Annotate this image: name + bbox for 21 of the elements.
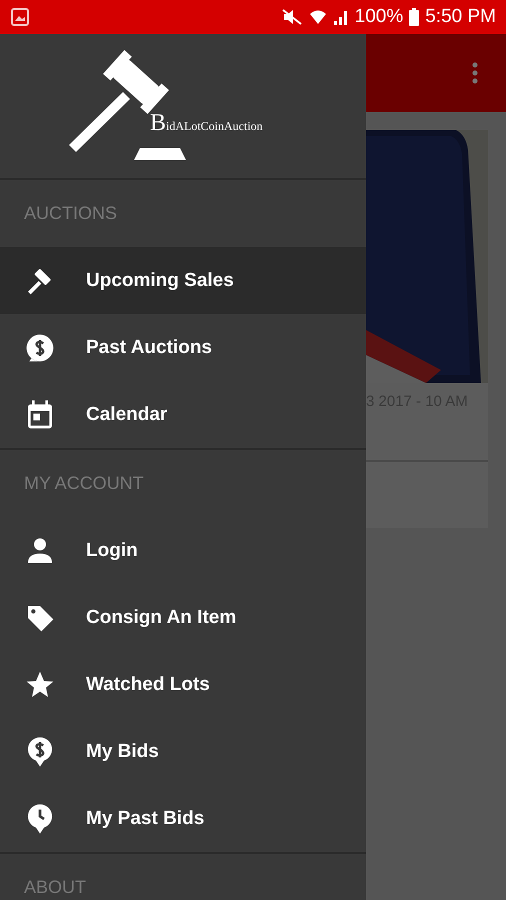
menu-item[interactable]: Login [0, 517, 366, 584]
menu-item[interactable]: Upcoming Sales [0, 247, 366, 314]
menu-item[interactable]: Watched Lots [0, 651, 366, 718]
menu-item[interactable]: Calendar [0, 381, 366, 448]
battery-percent: 100% [354, 6, 404, 28]
menu-item[interactable]: Consign An Item [0, 584, 366, 651]
menu-item[interactable]: My Bids [0, 718, 366, 785]
mute-icon [280, 8, 303, 26]
section-heading: MY ACCOUNT [23, 472, 145, 495]
more-options-icon[interactable] [472, 62, 478, 84]
signal-icon [332, 9, 349, 25]
menu-item[interactable]: My Past Bids [0, 785, 366, 852]
section-heading: AUCTIONS [23, 202, 118, 225]
battery-icon [409, 8, 420, 26]
menu-item[interactable]: Past Auctions [0, 314, 366, 381]
clock-time: 5:50 PM [425, 6, 496, 28]
dollar-bubble-icon [24, 332, 56, 364]
wifi-icon [308, 8, 327, 26]
section-heading: ABOUT [23, 876, 88, 899]
logo-text: BidALotCoinAuction [150, 110, 263, 137]
image-icon [10, 7, 30, 27]
